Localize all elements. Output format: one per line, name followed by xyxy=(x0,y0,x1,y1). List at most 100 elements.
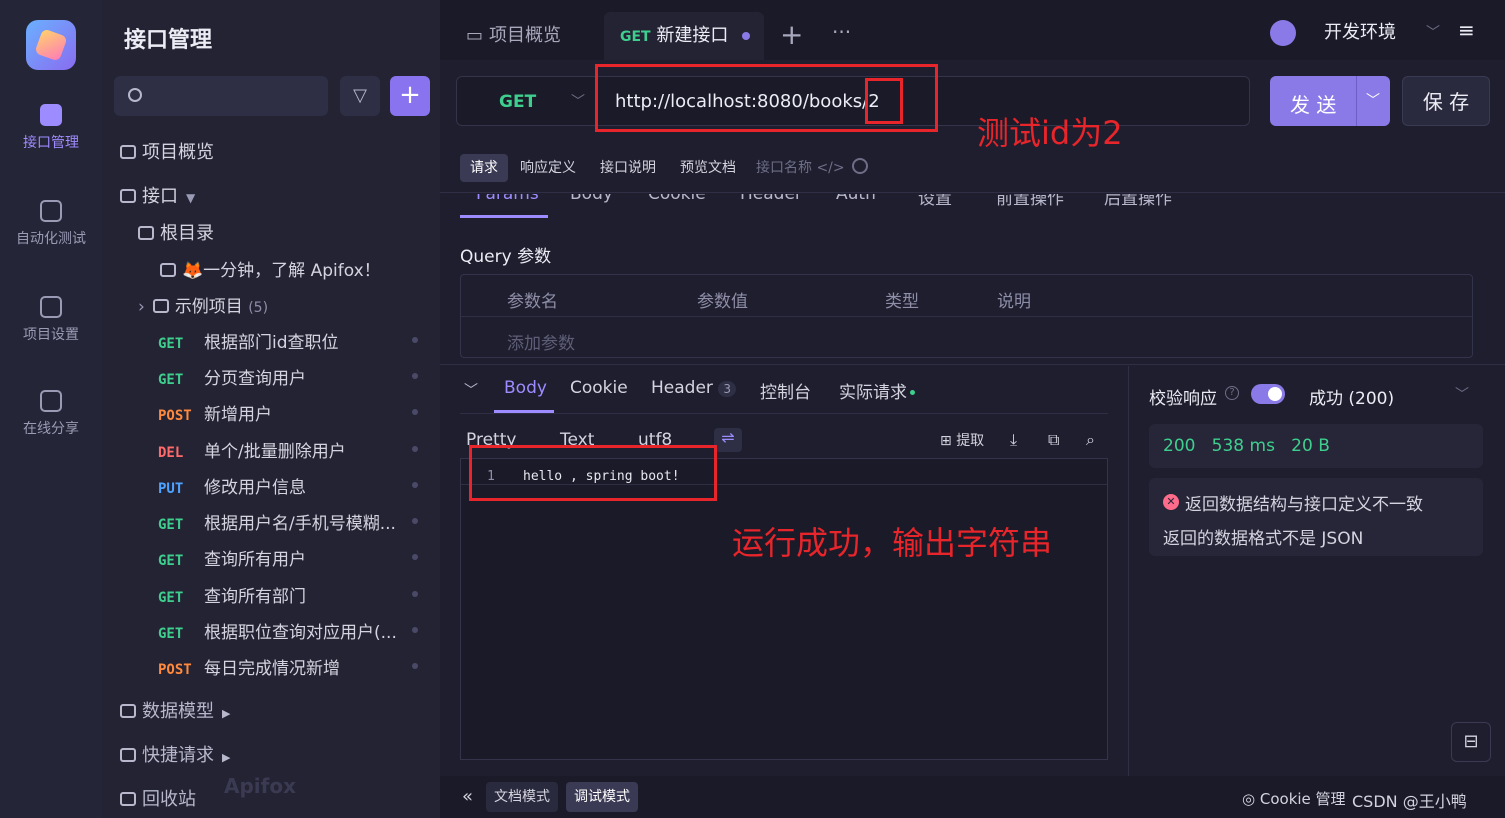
add-tab-button[interactable]: + xyxy=(780,18,803,51)
save-button[interactable]: 保 存 xyxy=(1402,76,1490,126)
validate-label: 校验响应 xyxy=(1149,389,1217,409)
overview-icon xyxy=(120,145,136,159)
add-param-input[interactable]: 添加参数 xyxy=(507,329,575,354)
status-dot xyxy=(412,627,418,633)
tree-overview[interactable]: 项目概览 xyxy=(120,138,214,164)
query-table: 参数名 参数值 类型 说明 添加参数 xyxy=(460,274,1473,358)
api-item[interactable]: GET 根据用户名/手机号模糊... xyxy=(158,509,418,534)
status-dot xyxy=(412,409,418,415)
copy-icon[interactable]: ⧉ xyxy=(1048,430,1059,450)
ptab-settings[interactable]: 设置 xyxy=(918,194,952,209)
ptab-pre-ops[interactable]: 前置操作 xyxy=(996,194,1064,209)
sidebar-title: 接口管理 xyxy=(124,28,213,53)
ptab-header[interactable]: Header xyxy=(740,194,802,204)
tab-bar: ▭ 项目概览 GET 新建接口 + ··· 开发环境 ﹀ ≡ xyxy=(440,0,1505,60)
download-icon[interactable]: ⤓ xyxy=(1010,430,1017,450)
param-tabs: Params Body Cookie Header Auth 设置 前置操作 后… xyxy=(440,194,1505,218)
tree-root[interactable]: 根目录 xyxy=(138,219,214,245)
sync-icon[interactable] xyxy=(1270,20,1296,46)
cookie-manager-button[interactable]: ◎ Cookie 管理 xyxy=(1242,788,1346,809)
overview-icon: ▭ xyxy=(466,25,484,46)
validate-toggle[interactable] xyxy=(1251,384,1285,404)
chevron-down-icon: ﹀ xyxy=(1455,387,1469,403)
rail-item-online-share[interactable]: 在线分享 xyxy=(0,390,102,438)
cookie-icon: ◎ xyxy=(1242,790,1256,808)
validate-result-select[interactable]: 成功 (200) xyxy=(1309,384,1394,409)
bottom-bar: « 文档模式 调试模式 ◎ Cookie 管理 CSDN @王小鸭 xyxy=(440,776,1505,818)
api-name-input[interactable]: 接口名称 </> xyxy=(746,154,855,182)
rtab-body[interactable]: Body xyxy=(504,378,547,398)
tree-example-project[interactable]: › 示例项目 (5) xyxy=(138,292,268,317)
stack-icon xyxy=(40,200,62,222)
caret-right-icon: ▶ xyxy=(222,707,231,720)
validation-panel: 校验响应 ? 成功 (200) ﹀ 200 538 ms 20 B ✕ 返回数据… xyxy=(1128,366,1505,776)
ptab-post-ops[interactable]: 后置操作 xyxy=(1104,194,1172,209)
tab-new-api[interactable]: GET 新建接口 xyxy=(604,12,764,60)
status-dot xyxy=(412,663,418,669)
caret-down-icon: ▼ xyxy=(186,191,196,205)
api-item[interactable]: GET 分页查询用户 xyxy=(158,364,418,389)
more-tabs-button[interactable]: ··· xyxy=(832,20,851,44)
env-select[interactable]: 开发环境 ﹀ xyxy=(1310,18,1454,48)
extract-button[interactable]: ⊞ 提取 xyxy=(940,430,984,450)
api-item[interactable]: PUT 修改用户信息 xyxy=(158,473,418,498)
api-item[interactable]: GET 查询所有部门 xyxy=(158,582,418,607)
api-item[interactable]: GET 根据职位查询对应用户(... xyxy=(158,618,418,643)
rail-item-automation[interactable]: 自动化测试 xyxy=(0,200,102,248)
folder-icon xyxy=(152,299,169,313)
caret-right-icon: ▶ xyxy=(222,751,231,764)
unsaved-dot xyxy=(742,32,750,40)
chevron-down-icon: ﹀ xyxy=(1426,25,1440,41)
chevron-down-icon: ﹀ xyxy=(1366,93,1380,109)
search-icon[interactable]: ⌕ xyxy=(1086,430,1095,450)
api-item[interactable]: POST 每日完成情况新增 xyxy=(158,654,418,679)
sidebar: 接口管理 ▽ + 项目概览 接口 ▼ 根目录 🦊一分钟，了解 Apifox！ › 示… xyxy=(102,0,440,818)
rail-item-project-settings[interactable]: 项目设置 xyxy=(0,296,102,344)
status-dot xyxy=(412,482,418,488)
debug-mode-button[interactable]: 调试模式 xyxy=(566,782,638,812)
history-icon[interactable] xyxy=(852,158,868,174)
filter-button[interactable]: ▽ xyxy=(340,76,380,116)
send-button[interactable]: 发 送 ﹀ xyxy=(1270,76,1390,126)
ptab-cookie[interactable]: Cookie xyxy=(648,194,706,204)
api-item[interactable]: DEL 单个/批量删除用户 xyxy=(158,437,418,462)
tree-quick-request[interactable]: 快捷请求 ▶ xyxy=(120,741,230,767)
tree-recycle-bin[interactable]: 回收站 xyxy=(120,785,196,811)
ptab-body[interactable]: Body xyxy=(570,194,613,204)
menu-icon[interactable]: ≡ xyxy=(1458,18,1475,42)
collapse-icon[interactable]: ﹀ xyxy=(464,380,478,400)
rtab-actual-request[interactable]: 实际请求 xyxy=(839,378,915,403)
annotation-test-id: 测试id为2 xyxy=(977,114,1123,152)
ptab-params[interactable]: Params xyxy=(476,194,539,204)
status-dot xyxy=(412,591,418,597)
doc-mode-button[interactable]: 文档模式 xyxy=(486,782,558,812)
wrap-icon[interactable]: ⇌ xyxy=(714,428,742,452)
tree-data-model[interactable]: 数据模型 ▶ xyxy=(120,697,230,723)
collapse-sidebar-icon[interactable]: « xyxy=(462,786,473,807)
tree-api-group[interactable]: 接口 ▼ xyxy=(120,182,195,208)
rtab-console[interactable]: 控制台 xyxy=(760,378,811,403)
rtab-cookie[interactable]: Cookie xyxy=(570,378,628,398)
search-input[interactable] xyxy=(114,76,328,116)
subtab-api-doc[interactable]: 接口说明 xyxy=(590,154,666,182)
layout-icon[interactable]: ⊟ xyxy=(1451,722,1491,762)
method-select[interactable]: GET xyxy=(499,92,536,112)
api-item[interactable]: GET 根据部门id查职位 xyxy=(158,328,418,353)
subtab-preview-doc[interactable]: 预览文档 xyxy=(670,154,746,182)
ptab-auth[interactable]: Auth xyxy=(836,194,876,204)
api-item[interactable]: POST 新增用户 xyxy=(158,400,418,425)
rtab-header[interactable]: Header 3 xyxy=(651,378,736,398)
apifox-logo xyxy=(26,20,76,70)
api-item[interactable]: GET 查询所有用户 xyxy=(158,545,418,570)
add-button[interactable]: + xyxy=(390,76,430,116)
api-icon xyxy=(40,104,62,126)
subtab-request[interactable]: 请求 xyxy=(460,154,508,182)
chevron-down-icon: ﹀ xyxy=(571,94,585,110)
help-icon: ? xyxy=(1225,386,1239,400)
tab-overview[interactable]: ▭ 项目概览 xyxy=(450,12,577,60)
subtab-response-def[interactable]: 响应定义 xyxy=(510,154,586,182)
lightning-icon xyxy=(120,748,136,762)
rail-item-api-management[interactable]: 接口管理 xyxy=(0,104,102,152)
status-dot xyxy=(412,337,418,343)
tree-intro-doc[interactable]: 🦊一分钟，了解 Apifox！ xyxy=(160,256,381,281)
